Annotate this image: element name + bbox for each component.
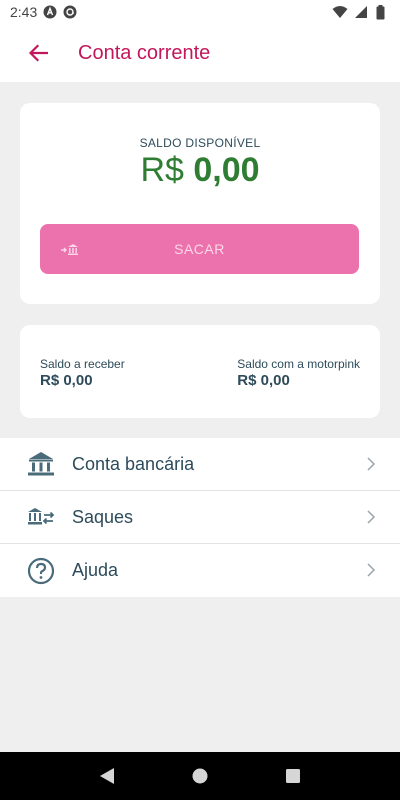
arrow-left-icon bbox=[28, 44, 48, 62]
menu-list: Conta bancária Saques Ajuda bbox=[0, 438, 400, 597]
status-left: 2:43 bbox=[10, 4, 77, 20]
status-time: 2:43 bbox=[10, 4, 38, 20]
system-nav-bar bbox=[0, 752, 400, 800]
menu-item-help[interactable]: Ajuda bbox=[0, 544, 400, 597]
receivable-balance: Saldo a receber R$ 0,00 bbox=[40, 357, 125, 389]
page-title: Conta corrente bbox=[78, 41, 211, 64]
bank-transfer-icon bbox=[26, 502, 56, 532]
screen: 2:43 Conta corrente SALDO DISPONÍVEL R$ … bbox=[0, 0, 400, 800]
menu-label: Ajuda bbox=[72, 560, 119, 580]
back-button[interactable] bbox=[18, 33, 58, 73]
withdraw-button[interactable]: SACAR bbox=[40, 224, 359, 274]
withdraw-label: SACAR bbox=[174, 241, 225, 257]
nav-home-button[interactable] bbox=[185, 761, 215, 791]
signal-icon bbox=[354, 5, 368, 19]
balance-amount: 0,00 bbox=[193, 151, 260, 189]
balance-card: SALDO DISPONÍVEL R$ 0,00 SACAR bbox=[20, 103, 380, 304]
nav-recents-button[interactable] bbox=[278, 761, 308, 791]
receivable-value: R$ 0,00 bbox=[40, 372, 93, 389]
balance-value: R$ 0,00 bbox=[20, 151, 380, 190]
chevron-right-icon bbox=[367, 510, 376, 524]
bank-icon bbox=[26, 449, 56, 479]
motorpink-label: Saldo com a motorpink bbox=[237, 357, 360, 371]
bank-transfer-icon bbox=[60, 241, 80, 257]
help-circle-icon bbox=[26, 556, 56, 586]
menu-label: Saques bbox=[72, 506, 134, 527]
a-notification-icon bbox=[43, 5, 57, 19]
nav-back-button[interactable] bbox=[92, 761, 122, 791]
chevron-right-icon bbox=[367, 457, 376, 471]
menu-item-bank-account[interactable]: Conta bancária bbox=[0, 438, 400, 491]
motorpink-value: R$ 0,00 bbox=[237, 372, 290, 389]
at-notification-icon bbox=[63, 5, 77, 19]
status-right bbox=[332, 5, 390, 20]
menu-item-withdrawals[interactable]: Saques bbox=[0, 491, 400, 544]
receivable-label: Saldo a receber bbox=[40, 357, 125, 371]
balance-currency: R$ bbox=[140, 151, 184, 189]
motorpink-balance: Saldo com a motorpink R$ 0,00 bbox=[237, 357, 360, 389]
triangle-back-icon bbox=[99, 768, 114, 784]
status-bar: 2:43 bbox=[0, 0, 400, 24]
circle-home-icon bbox=[192, 768, 208, 784]
square-recents-icon bbox=[286, 769, 301, 783]
chevron-right-icon bbox=[367, 563, 376, 577]
menu-label: Conta bancária bbox=[72, 453, 195, 474]
summary-card: Saldo a receber R$ 0,00 Saldo com a moto… bbox=[20, 325, 380, 418]
wifi-icon bbox=[332, 5, 348, 19]
battery-icon bbox=[376, 5, 390, 20]
balance-label: SALDO DISPONÍVEL bbox=[139, 136, 261, 150]
app-bar: Conta corrente bbox=[0, 24, 400, 82]
